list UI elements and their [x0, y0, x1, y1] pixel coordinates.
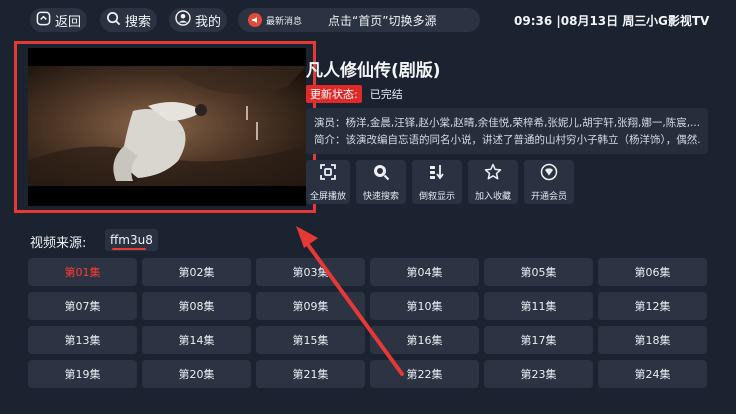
episode-button[interactable]: 第07集 [28, 292, 137, 320]
episode-button[interactable]: 第01集 [28, 258, 137, 286]
episode-button[interactable]: 第12集 [598, 292, 707, 320]
video-frame [28, 66, 306, 186]
fullscreen-label: 全屏播放 [309, 191, 346, 202]
vip-button[interactable]: 开通会员 [524, 160, 574, 204]
episode-button[interactable]: 第21集 [256, 360, 365, 388]
episode-button[interactable]: 第23集 [484, 360, 593, 388]
show-title: 凡人修仙传(剧版) [306, 61, 441, 81]
search-icon [372, 163, 390, 185]
notice-text: 点击“首页”切换多源 [328, 13, 437, 28]
episode-grid: 第01集 第02集 第03集 第04集 第05集 第06集第07集 第08集 第09集 第10集… [28, 258, 708, 388]
episode-button[interactable]: 第22集 [370, 360, 479, 388]
quick-search-label: 快速搜索 [362, 191, 399, 202]
source-label: 视频来源: [30, 236, 87, 251]
fullscreen-button[interactable]: 全屏播放 [306, 160, 350, 204]
favorite-label: 加入收藏 [474, 191, 511, 202]
cast-line: 演员：杨洋,金晨,汪铎,赵小棠,赵晴,余佳悦,荣梓希,张妮儿,胡宇轩,张翔,娜一… [314, 117, 700, 129]
reverse-order-button[interactable]: 倒叙显示 [412, 160, 462, 204]
episode-button[interactable]: 第13集 [28, 326, 137, 354]
status-badge: 更新状态: [306, 85, 362, 103]
search-icon [106, 11, 121, 30]
mine-label: 我的 [195, 14, 222, 30]
mine-button[interactable]: 我的 [169, 8, 228, 32]
vip-icon [540, 163, 558, 185]
home-icon [36, 11, 51, 30]
quick-search-button[interactable]: 快速搜索 [356, 160, 406, 204]
vip-label: 开通会员 [530, 191, 567, 202]
search-button[interactable]: 搜索 [100, 8, 158, 32]
back-button[interactable]: 返回 [30, 8, 88, 32]
episode-button[interactable]: 第24集 [598, 360, 707, 388]
source-name: ffm3u8 [110, 233, 153, 247]
source-underline [112, 248, 146, 250]
episode-button[interactable]: 第09集 [256, 292, 365, 320]
episode-button[interactable]: 第15集 [256, 326, 365, 354]
reverse-order-label: 倒叙显示 [418, 191, 455, 202]
top-bar: 返回 搜索 我的 最新消息 点击“首页”切换多源 09:36 |08月13日 周… [0, 0, 736, 40]
action-bar: 全屏播放 快速搜索 倒叙显示 加入收藏 开通会员 [306, 160, 574, 204]
info-panel[interactable]: 演员：杨洋,金晨,汪铎,赵小棠,赵晴,余佳悦,荣梓希,张妮儿,胡宇轩,张翔,娜一… [306, 108, 708, 154]
episode-button[interactable]: 第02集 [142, 258, 251, 286]
episode-button[interactable]: 第14集 [142, 326, 251, 354]
episode-button[interactable]: 第10集 [370, 292, 479, 320]
episode-button[interactable]: 第19集 [28, 360, 137, 388]
update-status: 更新状态: 已完结 [306, 85, 403, 103]
episode-button[interactable]: 第06集 [598, 258, 707, 286]
video-player[interactable] [28, 48, 306, 206]
episode-button[interactable]: 第05集 [484, 258, 593, 286]
clock: 09:36 |08月13日 周三 [514, 14, 647, 28]
sort-icon [428, 163, 446, 185]
megaphone-icon [248, 13, 262, 27]
fullscreen-icon [319, 163, 337, 185]
episode-button[interactable]: 第18集 [598, 326, 707, 354]
app-name: 小G影视TV [646, 14, 710, 28]
episode-button[interactable]: 第17集 [484, 326, 593, 354]
episode-button[interactable]: 第16集 [370, 326, 479, 354]
star-icon [484, 163, 502, 185]
search-label: 搜索 [125, 14, 152, 30]
back-label: 返回 [55, 14, 82, 30]
episode-button[interactable]: 第11集 [484, 292, 593, 320]
episode-button[interactable]: 第03集 [256, 258, 365, 286]
status-value: 已完结 [369, 88, 403, 101]
user-icon [175, 10, 191, 30]
episode-button[interactable]: 第08集 [142, 292, 251, 320]
episode-button[interactable]: 第04集 [370, 258, 479, 286]
notice-bar[interactable]: 最新消息 点击“首页”切换多源 [238, 8, 480, 32]
notice-tag: 最新消息 [266, 16, 303, 27]
episode-button[interactable]: 第20集 [142, 360, 251, 388]
intro-line: 简介：该演改编自忘语的同名小说，讲述了普通的山村穷小子韩立（杨洋饰），偶然... [314, 134, 700, 146]
favorite-button[interactable]: 加入收藏 [468, 160, 518, 204]
